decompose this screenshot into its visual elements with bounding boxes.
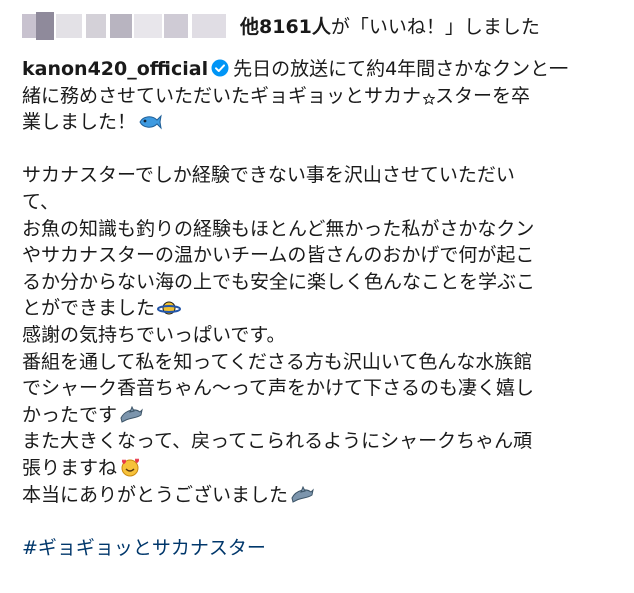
caption-text: スターを卒 bbox=[435, 84, 531, 107]
likes-row: 他8161人が「いいね！」しました bbox=[22, 8, 540, 42]
fish-emoji-icon bbox=[138, 113, 162, 131]
post-caption: kanon420_official 先日の放送にて約4年間さかなクンと一 緒に務め… bbox=[22, 56, 622, 561]
hashtag-link[interactable]: #ギョギョッとサカナスター bbox=[22, 537, 266, 559]
username-link[interactable]: kanon420_official bbox=[22, 58, 208, 80]
caption-text: 張りますね bbox=[22, 456, 118, 479]
likes-suffix: が「いいね！」しました bbox=[330, 15, 540, 38]
caption-line-11: 感謝の気持ちでいっぱいです。 bbox=[22, 323, 286, 346]
caption-line-16: 張りますね bbox=[22, 455, 622, 482]
caption-line-19: #ギョギョッとサカナスター bbox=[22, 535, 622, 562]
blurred-liker-avatars bbox=[22, 10, 230, 40]
caption-line-17: 本当にありがとうございました bbox=[22, 482, 622, 509]
caption-line-15: また大きくなって、戻ってこられるようにシャークちゃん頑 bbox=[22, 430, 533, 453]
caption-line-10: とができました bbox=[22, 295, 622, 322]
dolphin-emoji-icon bbox=[119, 405, 143, 424]
verified-badge-icon bbox=[211, 59, 229, 77]
likes-count[interactable]: 他8161人 bbox=[240, 16, 331, 38]
likes-text[interactable]: 他8161人が「いいね！」しました bbox=[240, 12, 540, 39]
caption-line-5: サカナスターでしか経験できない事を沢山させていただい bbox=[22, 164, 515, 187]
caption-text: 先日の放送にて約4年間さかなクンと一 bbox=[233, 58, 569, 80]
caption-line-12: 番組を通して私を知ってくださる方も沢山いて色んな水族館 bbox=[22, 350, 533, 373]
caption-line-1: kanon420_official 先日の放送にて約4年間さかなクンと一 bbox=[22, 56, 622, 83]
caption-text: 本当にありがとうございました bbox=[22, 483, 289, 506]
caption-line-7: お魚の知識も釣りの経験もほとんど無かった私がさかなクン bbox=[22, 217, 535, 240]
caption-line-6: て、 bbox=[22, 190, 60, 213]
caption-text: とができました bbox=[22, 297, 156, 320]
caption-text: かったです bbox=[22, 403, 118, 426]
caption-line-13: でシャーク香音ちゃん〜って声をかけて下さるのも凄く嬉し bbox=[22, 377, 535, 400]
caption-text: 業しました！ bbox=[22, 111, 137, 134]
caption-line-8: やサカナスターの温かいチームの皆さんのおかげで何が起こ bbox=[22, 244, 535, 267]
caption-line-3: 業しました！ bbox=[22, 109, 622, 136]
ringed-planet-emoji-icon bbox=[157, 299, 182, 317]
smiling-face-with-hearts-emoji-icon bbox=[119, 457, 141, 477]
caption-line-9: るか分からない海の上でも安全に楽しく色んなことを学ぶこ bbox=[22, 270, 536, 293]
star-icon bbox=[423, 92, 436, 105]
caption-line-14: かったです bbox=[22, 402, 622, 429]
caption-line-2: 緒に務めさせていただいたギョギョッとサカナ スターを卒 bbox=[22, 83, 622, 110]
caption-text: 緒に務めさせていただいたギョギョッとサカナ bbox=[22, 84, 422, 107]
dolphin-emoji-icon bbox=[290, 485, 314, 504]
